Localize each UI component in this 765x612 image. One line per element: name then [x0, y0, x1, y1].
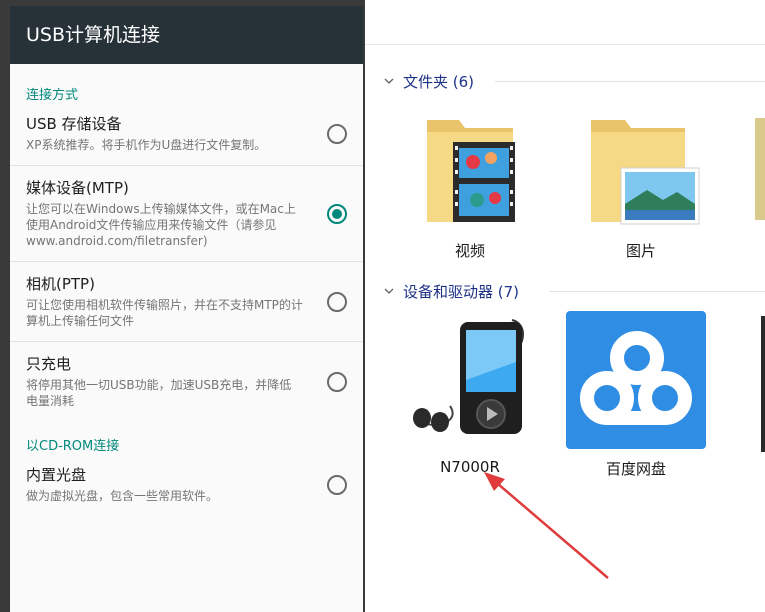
divider — [365, 44, 765, 45]
radio-usb-storage[interactable] — [327, 123, 347, 144]
option-title: 只充电 — [26, 355, 72, 373]
device-baidu-cloud[interactable]: 百度网盘 — [565, 310, 707, 479]
chevron-down-icon[interactable] — [383, 285, 395, 297]
folder-video[interactable]: 视频 — [415, 112, 525, 261]
section-connect-label: 连接方式 — [26, 88, 79, 103]
pictures-folder-icon — [581, 120, 701, 234]
option-title: 内置光盘 — [26, 466, 87, 484]
radio-charge-only[interactable] — [327, 371, 347, 392]
option-desc: 可让您使用相机软件传输照片，并在不支持MTP的计算机上传输任何文件 — [26, 298, 303, 328]
divider — [495, 81, 765, 82]
chevron-down-icon[interactable] — [383, 75, 395, 87]
section-cdrom-label: 以CD-ROM连接 — [26, 439, 120, 454]
option-ptp[interactable]: 相机(PTP) 可让您使用相机软件传输照片，并在不支持MTP的计算机上传输任何文… — [10, 262, 363, 342]
explorer-panel: 文件夹 (6) 视频 图片 设备和驱动器 (7) N7000R 百度网盘 — [365, 0, 765, 612]
folder-label: 图片 — [625, 242, 656, 260]
folder-pictures[interactable]: 图片 — [581, 112, 701, 261]
android-usb-panel: USB计算机连接 连接方式 USB 存储设备 XP系统推荐。将手机作为U盘进行文… — [0, 0, 365, 612]
radio-cdrom[interactable] — [327, 474, 347, 495]
video-folder-icon — [415, 120, 525, 234]
option-title: USB 存储设备 — [26, 115, 122, 133]
media-player-icon — [400, 319, 540, 452]
folders-group-label: 文件夹 (6) — [403, 72, 475, 91]
android-title: USB计算机连接 — [10, 6, 363, 64]
divider — [549, 291, 765, 292]
device-n7000r[interactable]: N7000R — [400, 310, 540, 476]
devices-group-label: 设备和驱动器 (7) — [403, 282, 520, 301]
option-desc: 让您可以在Windows上传输媒体文件，或在Mac上使用Android文件传输应… — [26, 202, 296, 248]
android-settings-screen: USB计算机连接 连接方式 USB 存储设备 XP系统推荐。将手机作为U盘进行文… — [10, 6, 363, 612]
option-title: 相机(PTP) — [26, 275, 95, 293]
option-usb-storage[interactable]: USB 存储设备 XP系统推荐。将手机作为U盘进行文件复制。 — [10, 102, 363, 166]
device-partial[interactable] — [761, 316, 765, 452]
folders-group-header[interactable]: 文件夹 (6) — [383, 70, 765, 92]
option-mtp[interactable]: 媒体设备(MTP) 让您可以在Windows上传输媒体文件，或在Mac上使用An… — [10, 166, 363, 262]
option-desc: XP系统推荐。将手机作为U盘进行文件复制。 — [26, 138, 267, 152]
radio-mtp[interactable] — [327, 203, 347, 224]
option-desc: 将停用其他一切USB功能，加速USB充电，并降低电量消耗 — [26, 378, 292, 408]
folder-label: 视频 — [454, 242, 485, 260]
annotation-arrow-icon — [484, 472, 609, 579]
option-cdrom[interactable]: 内置光盘 做为虚拟光盘，包含一些常用软件。 — [10, 453, 363, 516]
devices-group-header[interactable]: 设备和驱动器 (7) — [383, 280, 765, 302]
folder-partial[interactable] — [755, 118, 765, 220]
option-desc: 做为虚拟光盘，包含一些常用软件。 — [26, 489, 219, 503]
option-title: 媒体设备(MTP) — [26, 179, 129, 197]
radio-ptp[interactable] — [327, 291, 347, 312]
option-charge-only[interactable]: 只充电 将停用其他一切USB功能，加速USB充电，并降低电量消耗 — [10, 342, 363, 421]
baidu-cloud-icon — [565, 311, 707, 454]
